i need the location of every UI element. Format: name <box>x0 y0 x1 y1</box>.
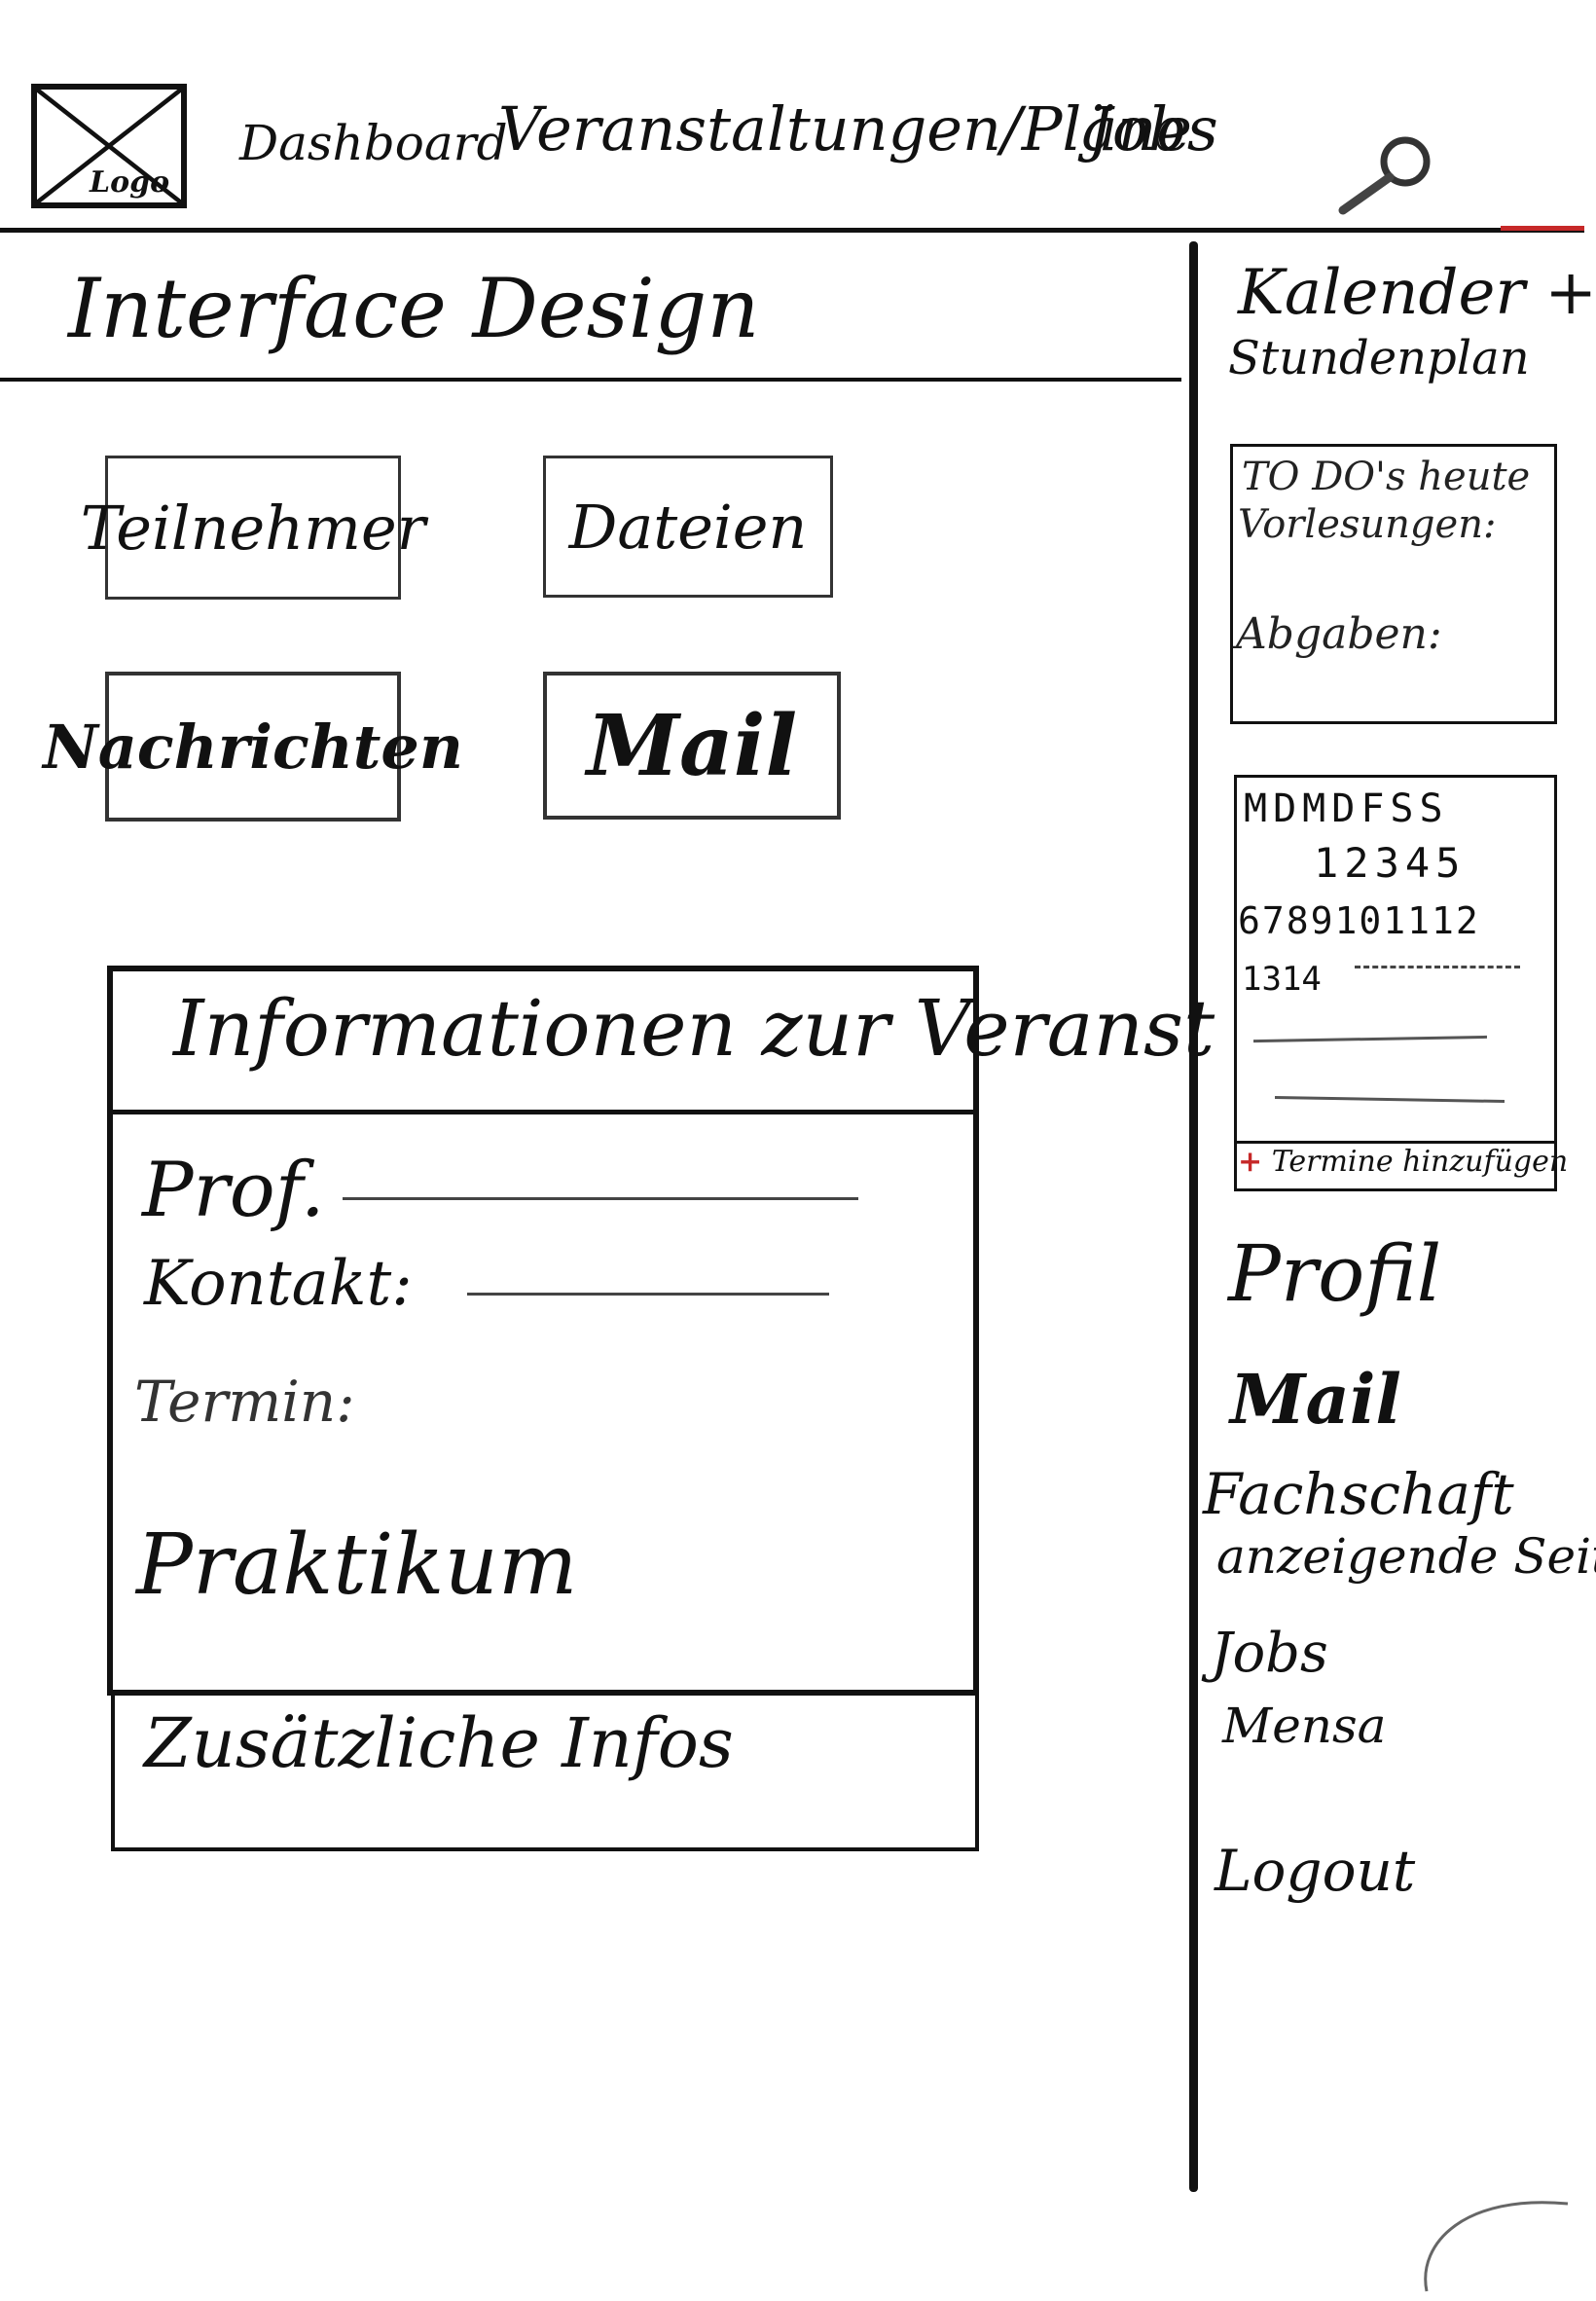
corner-arc-mark <box>1407 2174 1573 2297</box>
sidebar-item-logout[interactable]: Logout <box>1215 1838 1415 1904</box>
event-info-title: Informationen zur Veranst <box>173 983 1215 1074</box>
sidebar-item-department-note: anzeigende Seite <box>1216 1528 1596 1585</box>
sidebar-item-department[interactable]: Fachschaft <box>1203 1466 1514 1522</box>
event-info-contact-label: Kontakt: <box>144 1248 413 1320</box>
sidebar-item-jobs[interactable]: Jobs <box>1211 1622 1328 1685</box>
sidebar-item-mail[interactable]: Mail <box>1230 1359 1401 1440</box>
tile-messages-label: Nachrichten <box>43 711 463 783</box>
logo[interactable]: Logo <box>31 84 187 208</box>
todo-title: TO DO's heute <box>1242 455 1531 499</box>
tile-participants-label: Teilnehmer <box>80 492 426 564</box>
calendar-weekday-header: MDMDFSS <box>1244 786 1449 831</box>
event-info-internship-label: Praktikum <box>136 1516 578 1614</box>
tile-files-label: Dateien <box>568 491 808 563</box>
timetable-subtitle: Stundenplan <box>1228 331 1530 385</box>
sidebar-item-profile[interactable]: Profil <box>1228 1228 1441 1319</box>
tile-files-button[interactable]: Dateien <box>543 456 833 598</box>
calendar-footer-divider <box>1236 1141 1555 1144</box>
event-info-prof-label: Prof. <box>142 1147 325 1234</box>
sidebar-item-mensa[interactable]: Mensa <box>1222 1698 1386 1754</box>
extra-info-label: Zusätzliche Infos <box>144 1703 734 1783</box>
todo-lectures-label: Vorlesungen: <box>1238 502 1497 547</box>
header-divider <box>0 228 1584 233</box>
sidebar-divider <box>1189 241 1198 2192</box>
tile-messages-button[interactable]: Nachrichten <box>43 672 463 822</box>
search-icon[interactable] <box>1335 128 1442 226</box>
event-info-date-label: Termin: <box>134 1369 355 1435</box>
event-info-contact-value-line <box>467 1293 829 1296</box>
calendar-title: Kalender + <box>1238 257 1596 329</box>
add-appointment-button[interactable]: + Termine hinzufügen <box>1238 1145 1568 1179</box>
calendar-placeholder-dashes <box>1355 966 1520 972</box>
calendar-week-row-3[interactable]: 1314 <box>1242 960 1322 999</box>
header-accent-mark <box>1501 226 1584 231</box>
calendar-week-row-1[interactable]: 12345 <box>1314 839 1466 887</box>
event-info-header-divider <box>111 1110 975 1114</box>
calendar-week-row-2[interactable]: 6789101112 <box>1238 899 1480 942</box>
tile-mail-label: Mail <box>586 696 798 795</box>
event-info-prof-value-line <box>343 1197 858 1200</box>
tile-mail-button[interactable]: Mail <box>543 672 841 820</box>
page-title: Interface Design <box>68 261 760 356</box>
plus-icon: + <box>1238 1145 1263 1179</box>
add-appointment-label: Termine hinzufügen <box>1271 1145 1569 1179</box>
nav-jobs[interactable]: Jobs <box>1088 93 1218 164</box>
tile-participants-button[interactable]: Teilnehmer <box>81 456 425 600</box>
nav-dashboard[interactable]: Dashboard <box>239 115 508 171</box>
logo-label: Logo <box>90 165 170 200</box>
title-divider <box>0 378 1181 382</box>
todo-deadlines-label: Abgaben: <box>1236 609 1442 659</box>
